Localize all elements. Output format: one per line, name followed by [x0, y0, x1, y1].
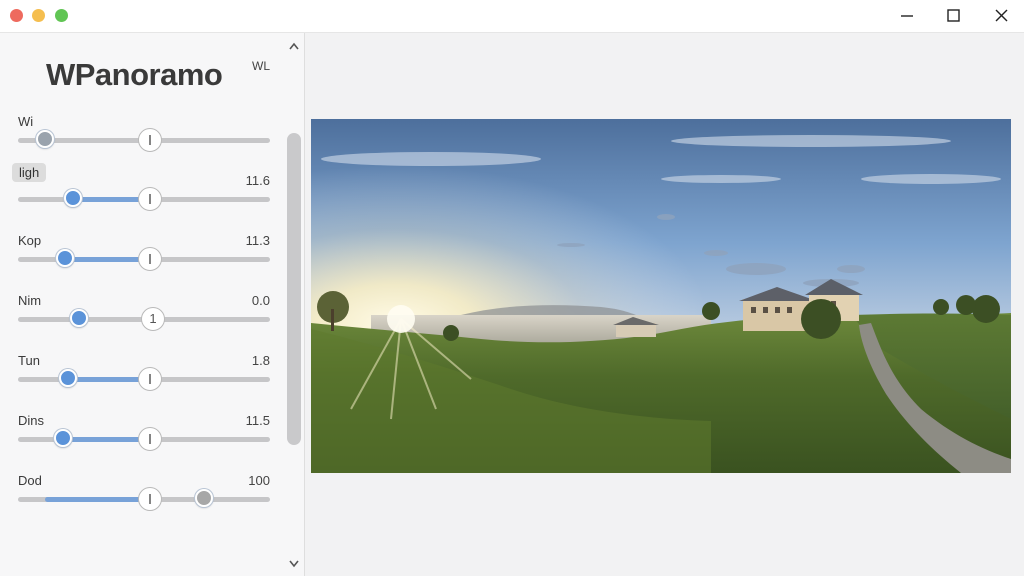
close-dot-button[interactable]	[10, 9, 23, 22]
slider-value: 1.8	[251, 353, 270, 368]
slider-row-nim: Nim 0.0 1	[0, 293, 285, 349]
slider-center-knob[interactable]	[138, 367, 162, 391]
slider-label: Wi	[18, 114, 34, 129]
slider-track[interactable]	[18, 187, 270, 211]
zoom-dot-button[interactable]	[55, 9, 68, 22]
slider-handle[interactable]	[70, 309, 88, 327]
tick-icon	[149, 374, 151, 384]
panorama-image[interactable]	[311, 119, 1011, 473]
slider-value: 11.3	[245, 233, 270, 248]
slider-value: 100	[248, 473, 270, 488]
chevron-up-icon	[289, 42, 299, 50]
maximize-icon	[947, 9, 960, 22]
maximize-button[interactable]	[940, 4, 966, 28]
tick-icon	[149, 434, 151, 444]
slider-fill	[45, 497, 150, 502]
tick-icon	[149, 254, 151, 264]
slider-center-knob[interactable]	[138, 247, 162, 271]
slider-row-dins: Dins 11.5	[0, 413, 285, 469]
app-badge: WL	[252, 59, 270, 73]
slider-row-kop: Kop 11.3	[0, 233, 285, 289]
app-title: WPanoramo	[46, 57, 223, 92]
slider-label: Kop	[18, 233, 42, 248]
slider-handle[interactable]	[54, 429, 72, 447]
slider-value: 11.5	[245, 413, 270, 428]
title-bar	[0, 0, 1024, 33]
slider-center-knob[interactable]	[138, 187, 162, 211]
slider-track[interactable]	[18, 367, 270, 391]
slider-center-knob[interactable]	[138, 128, 162, 152]
slider-row-ligh: ligh 11.6	[0, 163, 285, 229]
slider-handle[interactable]	[56, 249, 74, 267]
slider-center-knob[interactable]	[138, 427, 162, 451]
slider-fill	[63, 437, 150, 442]
slider-track[interactable]	[18, 247, 270, 271]
slider-track[interactable]: 1	[18, 307, 270, 331]
main-viewport	[305, 33, 1024, 576]
slider-handle[interactable]	[36, 130, 54, 148]
chevron-down-icon	[289, 560, 299, 568]
scroll-up-button[interactable]	[287, 38, 301, 50]
scrollbar-thumb[interactable]	[287, 133, 301, 445]
slider-track[interactable]	[18, 128, 270, 152]
slider-handle[interactable]	[64, 189, 82, 207]
slider-row-tun: Tun 1.8	[0, 353, 285, 409]
minimize-button[interactable]	[894, 4, 920, 28]
scroll-down-button[interactable]	[287, 556, 301, 568]
slider-value: 11.6	[245, 173, 270, 188]
slider-label-tooltip: ligh	[12, 163, 47, 182]
minimize-icon	[901, 15, 913, 17]
close-button[interactable]	[988, 4, 1014, 28]
slider-row-dod: Dod 100	[0, 473, 285, 529]
slider-value: 0.0	[251, 293, 270, 308]
slider-label: Tun	[18, 353, 40, 368]
sidebar: WPanoramo WL Wi ligh 11.6 Kop 11.3 Nim 0…	[0, 33, 305, 576]
tick-icon	[149, 494, 151, 504]
slider-center-knob[interactable]: 1	[141, 307, 165, 331]
slider-handle[interactable]	[59, 369, 77, 387]
slider-row-wi: Wi	[0, 114, 285, 170]
slider-center-knob[interactable]	[138, 487, 162, 511]
slider-handle[interactable]	[195, 489, 213, 507]
panorama-landscape	[311, 119, 1011, 473]
slider-label: Nim	[18, 293, 42, 308]
tick-icon	[149, 194, 151, 204]
slider-track[interactable]	[18, 427, 270, 451]
close-icon	[995, 9, 1008, 22]
slider-label: Dod	[18, 473, 42, 488]
minimize-dot-button[interactable]	[32, 9, 45, 22]
slider-track[interactable]	[18, 487, 270, 511]
tick-icon	[149, 135, 151, 145]
slider-label: Dins	[18, 413, 45, 428]
